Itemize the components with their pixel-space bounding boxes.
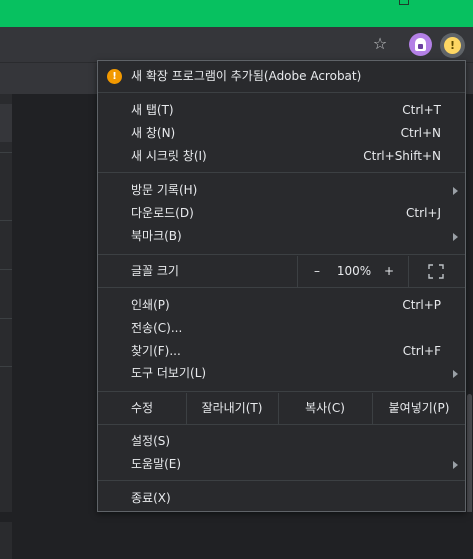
submenu-arrow-icon — [453, 233, 458, 241]
menu-item-history[interactable]: 방문 기록(H) — [98, 179, 465, 202]
browser-toolbar — [0, 27, 473, 62]
extension-icon[interactable] — [409, 33, 432, 56]
menu-item-help[interactable]: 도움말(E) — [98, 453, 465, 476]
submenu-arrow-icon — [453, 187, 458, 195]
alert-icon[interactable]: ! — [440, 33, 465, 58]
menu-item-shortcut: Ctrl+F — [402, 344, 441, 358]
zoom-row: 글꼴 크기 – 100% + — [98, 256, 465, 287]
menu-item-exit[interactable]: 종료(X) — [98, 487, 465, 510]
menu-item-cast[interactable]: 전송(C)... — [98, 317, 465, 340]
edit-label: 수정 — [130, 401, 154, 415]
menu-separator — [98, 287, 465, 288]
menu-separator — [98, 172, 465, 173]
menu-item-label: 찾기(F)... — [131, 344, 181, 358]
zoom-label: 글꼴 크기 — [131, 264, 179, 278]
submenu-arrow-icon — [453, 370, 458, 378]
content-block — [0, 104, 12, 142]
page-scrollbar[interactable] — [466, 94, 473, 559]
menu-item-new-window[interactable]: 새 창(N) Ctrl+N — [98, 122, 465, 145]
warning-icon: ! — [107, 69, 122, 84]
menu-item-shortcut: Ctrl+N — [400, 126, 441, 140]
restore-window-icon[interactable] — [399, 0, 409, 5]
fullscreen-icon[interactable] — [428, 264, 444, 279]
menu-separator — [98, 92, 465, 93]
page-content — [0, 94, 12, 559]
notice-label: 새 확장 프로그램이 추가됨(Adobe Acrobat) — [131, 69, 362, 83]
menu-item-downloads[interactable]: 다운로드(D) Ctrl+J — [98, 202, 465, 225]
menu-item-label: 북마크(B) — [131, 229, 182, 243]
menu-item-shortcut: Ctrl+Shift+N — [363, 149, 441, 163]
menu-item-label: 방문 기록(H) — [131, 183, 198, 197]
copy-button[interactable]: 복사(C) — [279, 393, 371, 424]
menu-item-settings[interactable]: 설정(S) — [98, 430, 465, 453]
menu-item-bookmarks[interactable]: 북마크(B) — [98, 225, 465, 248]
menu-item-print[interactable]: 인쇄(P) Ctrl+P — [98, 294, 465, 317]
menu-item-label: 다운로드(D) — [131, 206, 194, 220]
title-bar — [0, 0, 473, 27]
menu-item-find[interactable]: 찾기(F)... Ctrl+F — [98, 340, 465, 363]
menu-item-shortcut: Ctrl+P — [402, 298, 441, 312]
menu-item-shortcut: Ctrl+J — [406, 206, 441, 220]
menu-item-label: 새 시크릿 창(I) — [131, 149, 207, 163]
edit-row: 수정 잘라내기(T) 복사(C) 붙여넣기(P) — [98, 393, 465, 424]
star-icon[interactable]: ☆ — [371, 35, 389, 53]
menu-item-label: 새 창(N) — [131, 126, 176, 140]
zoom-out-button[interactable]: – — [311, 256, 323, 287]
page-bottom — [0, 512, 473, 559]
menu-item-label: 새 탭(T) — [131, 103, 174, 117]
zoom-in-button[interactable]: + — [382, 256, 396, 287]
menu-item-label: 도움말(E) — [131, 457, 182, 471]
menu-separator — [98, 424, 465, 425]
menu-item-label: 전송(C)... — [131, 321, 183, 335]
menu-separator — [98, 480, 465, 481]
cut-button[interactable]: 잘라내기(T) — [187, 393, 277, 424]
paste-button[interactable]: 붙여넣기(P) — [373, 393, 465, 424]
menu-item-label: 인쇄(P) — [131, 298, 170, 312]
menu-item-label: 도구 더보기(L) — [131, 366, 207, 380]
menu-item-more-tools[interactable]: 도구 더보기(L) — [98, 362, 465, 385]
menu-separator — [98, 254, 465, 255]
chrome-main-menu: ! 새 확장 프로그램이 추가됨(Adobe Acrobat) 새 탭(T) C… — [97, 60, 466, 512]
menu-item-label: 종료(X) — [131, 491, 171, 505]
menu-item-label: 설정(S) — [131, 434, 171, 448]
menu-item-incognito[interactable]: 새 시크릿 창(I) Ctrl+Shift+N — [98, 145, 465, 168]
zoom-level: 100% — [336, 264, 372, 278]
menu-extension-notice[interactable]: ! 새 확장 프로그램이 추가됨(Adobe Acrobat) — [98, 61, 465, 92]
menu-item-shortcut: Ctrl+T — [402, 103, 441, 117]
menu-item-new-tab[interactable]: 새 탭(T) Ctrl+T — [98, 99, 465, 122]
menu-separator — [98, 391, 465, 392]
submenu-arrow-icon — [453, 461, 458, 469]
